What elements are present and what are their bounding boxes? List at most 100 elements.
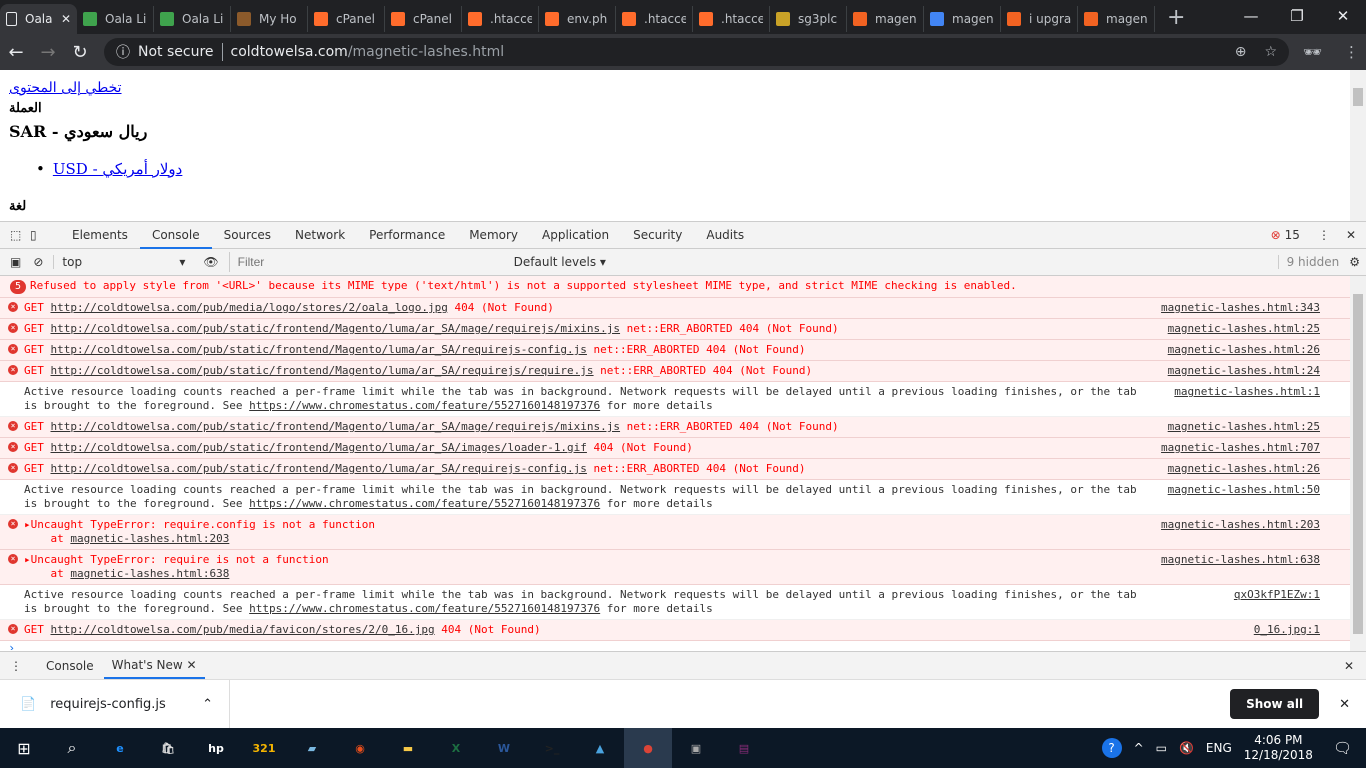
browser-tab[interactable]: magen [1078, 6, 1155, 32]
message-link[interactable]: https://www.chromestatus.com/feature/552… [249, 602, 600, 615]
taskbar-app-notes[interactable]: ▰ [288, 728, 336, 768]
zoom-icon[interactable]: ⊕ [1235, 44, 1247, 60]
eye-icon[interactable]: 👁 [203, 255, 218, 269]
source-link[interactable]: magnetic-lashes.html:26 [1168, 462, 1320, 476]
search-icon[interactable]: ⌕ [48, 728, 96, 768]
message-group-count[interactable]: 5 [10, 280, 27, 294]
message-link[interactable]: magnetic-lashes.html:203 [70, 532, 229, 545]
volume-muted-icon[interactable]: 🔇 [1179, 741, 1194, 755]
chevron-up-icon[interactable]: ^ [1134, 741, 1144, 755]
device-toolbar-icon[interactable]: ▯ [30, 228, 44, 242]
new-tab-button[interactable]: + [1167, 5, 1185, 30]
close-window-button[interactable]: ✕ [1320, 0, 1366, 32]
tab-audits[interactable]: Audits [694, 222, 756, 249]
tab-network[interactable]: Network [283, 222, 357, 249]
source-link[interactable]: magnetic-lashes.html:25 [1168, 420, 1320, 434]
skip-to-content-link[interactable]: تخطي إلى المحتوى [9, 80, 122, 96]
source-link[interactable]: qxO3kfP1EZw:1 [1234, 588, 1320, 602]
clear-console-icon[interactable]: ⊘ [33, 255, 43, 269]
page-scrollbar[interactable] [1350, 70, 1366, 221]
message-link[interactable]: https://www.chromestatus.com/feature/552… [249, 497, 600, 510]
tab-memory[interactable]: Memory [457, 222, 530, 249]
source-link[interactable]: magnetic-lashes.html:25 [1168, 322, 1320, 336]
help-icon[interactable]: ? [1101, 738, 1122, 758]
message-link[interactable]: http://coldtowelsa.com/pub/media/logo/st… [51, 301, 448, 314]
browser-tab[interactable]: .htacce [693, 6, 770, 32]
browser-tab[interactable]: Oala Li [154, 6, 231, 32]
settings-gear-icon[interactable]: ⚙ [1349, 255, 1360, 269]
source-link[interactable]: magnetic-lashes.html:343 [1161, 301, 1320, 315]
browser-tab[interactable]: magen [847, 6, 924, 32]
taskbar-app-word[interactable]: W [480, 728, 528, 768]
inspect-icon[interactable]: ⬚ [10, 228, 24, 242]
browser-tab[interactable]: i upgra [1001, 6, 1078, 32]
taskbar-app-photos[interactable]: ▲ [576, 728, 624, 768]
source-link[interactable]: magnetic-lashes.html:50 [1168, 483, 1320, 497]
message-link[interactable]: http://coldtowelsa.com/pub/static/fronte… [51, 343, 587, 356]
message-link[interactable]: http://coldtowelsa.com/pub/static/fronte… [51, 462, 587, 475]
taskbar-app-excel[interactable]: X [432, 728, 480, 768]
close-drawer-icon[interactable]: ✕ [1344, 659, 1354, 673]
close-download-bar-icon[interactable]: ✕ [1339, 697, 1350, 712]
taskbar-app-edge[interactable]: e [96, 728, 144, 768]
drawer-tab-console[interactable]: Console [36, 659, 104, 673]
source-link[interactable]: 0_16.jpg:1 [1254, 623, 1320, 637]
error-counter[interactable]: ⊗ 15 [1271, 228, 1300, 242]
browser-tab[interactable]: sg3plc [770, 6, 847, 32]
tab-sources[interactable]: Sources [212, 222, 283, 249]
source-link[interactable]: magnetic-lashes.html:707 [1161, 441, 1320, 455]
browser-tab[interactable]: .htacce [462, 6, 539, 32]
close-devtools-icon[interactable]: ✕ [1346, 228, 1356, 242]
message-link[interactable]: http://coldtowelsa.com/pub/static/fronte… [51, 322, 621, 335]
tab-security[interactable]: Security [621, 222, 694, 249]
restore-button[interactable]: ❐ [1274, 0, 1320, 32]
console-scrollbar[interactable] [1350, 276, 1366, 651]
browser-tab[interactable]: Oala Li [77, 6, 154, 32]
tab-console[interactable]: Console [139, 222, 212, 249]
clock[interactable]: 4:06 PM 12/18/2018 [1244, 733, 1313, 763]
show-all-button[interactable]: Show all [1230, 689, 1320, 719]
message-link[interactable]: http://coldtowelsa.com/pub/static/fronte… [51, 364, 594, 377]
source-link[interactable]: magnetic-lashes.html:203 [1161, 518, 1320, 532]
taskbar-app-chrome[interactable]: ● [624, 728, 672, 768]
browser-tab[interactable]: Oala ✕ [0, 4, 77, 34]
filter-input[interactable] [228, 252, 509, 272]
info-icon[interactable]: ⓘ [116, 42, 130, 62]
close-tab-icon[interactable]: ✕ [61, 12, 71, 26]
address-bar[interactable]: ⓘ Not secure coldtowelsa.com/magnetic-la… [104, 38, 1289, 66]
start-button[interactable]: ⊞ [0, 728, 48, 768]
message-link[interactable]: https://www.chromestatus.com/feature/552… [249, 399, 600, 412]
reload-button[interactable]: ↻ [64, 42, 96, 63]
bookmark-star-icon[interactable]: ☆ [1264, 44, 1277, 60]
message-link[interactable]: magnetic-lashes.html:638 [70, 567, 229, 580]
browser-tab[interactable]: .htacce [616, 6, 693, 32]
context-select[interactable]: top ▾ [53, 255, 193, 269]
source-link[interactable]: magnetic-lashes.html:26 [1168, 343, 1320, 357]
message-link[interactable]: http://coldtowelsa.com/pub/static/fronte… [51, 441, 587, 454]
message-link[interactable]: http://coldtowelsa.com/pub/static/fronte… [51, 420, 621, 433]
taskbar-app-hp[interactable]: hp [192, 728, 240, 768]
log-levels-dropdown[interactable]: Default levels ▾ [514, 255, 606, 269]
forward-button[interactable]: → [32, 42, 64, 63]
taskbar-app-winrar[interactable]: ▤ [720, 728, 768, 768]
incognito-icon[interactable]: 🕶 [1303, 43, 1322, 61]
back-button[interactable]: ← [0, 42, 32, 63]
console-prompt[interactable]: › [0, 641, 1350, 650]
browser-tab[interactable]: My Ho [231, 6, 308, 32]
taskbar-app-recorder[interactable]: ◉ [336, 728, 384, 768]
message-link[interactable]: http://coldtowelsa.com/pub/media/favicon… [51, 623, 435, 636]
download-item[interactable]: 📄 requirejs-config.js ⌃ [0, 679, 230, 729]
minimize-button[interactable]: — [1228, 0, 1274, 32]
taskbar-app-network-tool[interactable]: ▣ [672, 728, 720, 768]
notifications-icon[interactable]: 🗨 [1333, 739, 1352, 757]
tab-performance[interactable]: Performance [357, 222, 457, 249]
menu-icon[interactable]: ⋮ [1344, 43, 1359, 61]
drawer-menu-icon[interactable]: ⋮ [10, 659, 22, 673]
taskbar-app-cmd[interactable]: >_ [528, 728, 576, 768]
tab-application[interactable]: Application [530, 222, 621, 249]
tab-elements[interactable]: Elements [60, 222, 140, 249]
devtools-menu-icon[interactable]: ⋮ [1318, 228, 1330, 242]
currency-option-usd[interactable]: USD - دولار أمريكي [53, 160, 183, 178]
source-link[interactable]: magnetic-lashes.html:638 [1161, 553, 1320, 567]
drawer-tab-whats-new[interactable]: What's New ✕ [103, 652, 205, 679]
